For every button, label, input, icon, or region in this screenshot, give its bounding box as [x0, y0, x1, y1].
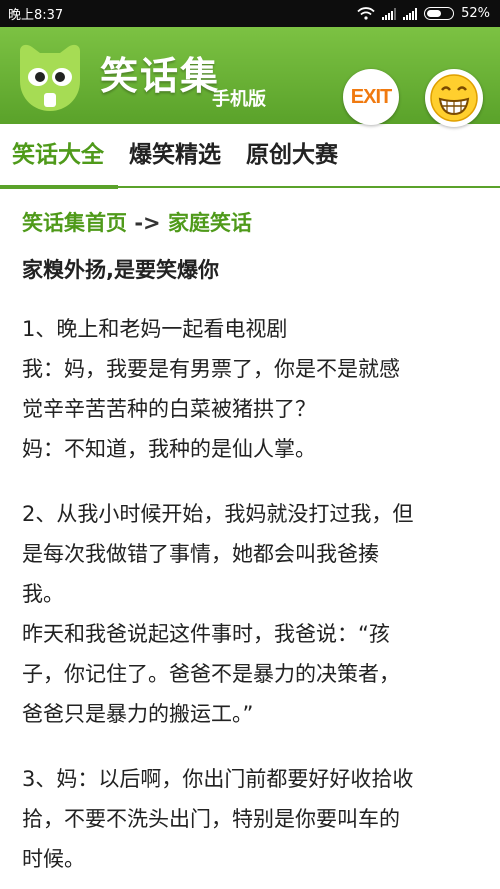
smiley-button[interactable]: [425, 69, 483, 127]
article-title: 家糗外扬,是要笑爆你: [22, 258, 219, 282]
breadcrumb-category[interactable]: 家庭笑话: [168, 211, 252, 235]
smiley-icon: [430, 74, 478, 122]
joke-line: 2、从我小时候开始，我妈就没打过我，但: [22, 502, 414, 526]
tab-jokes-all[interactable]: 笑话大全: [0, 123, 118, 189]
joke-line: 我。: [22, 582, 64, 606]
main-content: 笑话集首页 -> 家庭笑话 家糗外扬,是要笑爆你 1、晚上和老妈一起看电视剧 我…: [0, 207, 500, 879]
joke-line: 觉辛辛苦苦种的白菜被猪拱了？: [22, 397, 316, 421]
joke-line: 昨天和我爸说起这件事时，我爸说：“孩: [22, 622, 390, 646]
app-title: 笑话集: [100, 54, 221, 98]
breadcrumb-separator: ->: [134, 211, 161, 235]
joke-line: 时候。: [22, 847, 85, 871]
joke-line: 爸爸只是暴力的搬运工。”: [22, 702, 254, 726]
joke-item: 1、晚上和老妈一起看电视剧 我：妈，我要是有男票了，你是不是就感 觉辛辛苦苦种的…: [22, 309, 478, 469]
joke-line: 1、晚上和老妈一起看电视剧: [22, 317, 288, 341]
status-bar: 晚上8:37 52%: [0, 0, 500, 27]
joke-item: 3、妈：以后啊，你出门前都要好好收拾收 拾，不要不洗头出门，特别是你要叫车的 时…: [22, 759, 478, 879]
battery-percent: 52%: [461, 6, 490, 21]
signal-icon-2: [403, 7, 418, 20]
joke-line: 是每次我做错了事情，她都会叫我爸揍: [22, 542, 379, 566]
exit-label: EXIT: [350, 85, 392, 108]
signal-icon: [382, 7, 397, 20]
joke-line: 子，你记住了。爸爸不是暴力的决策者，: [22, 662, 400, 686]
logo-icon: [20, 44, 80, 112]
app-header: 笑话集 手机版 EXIT: [0, 27, 500, 127]
status-icons: 52%: [357, 6, 490, 21]
status-time: 晚上8:37: [8, 8, 64, 23]
breadcrumb: 笑话集首页 -> 家庭笑话: [22, 207, 478, 237]
wifi-icon: [357, 7, 375, 20]
tab-bar: 笑话大全 爆笑精选 原创大赛: [0, 123, 500, 189]
joke-line: 3、妈：以后啊，你出门前都要好好收拾收: [22, 767, 414, 791]
joke-line: 我：妈，我要是有男票了，你是不是就感: [22, 357, 400, 381]
joke-line: 拾，不要不洗头出门，特别是你要叫车的: [22, 807, 400, 831]
joke-item: 2、从我小时候开始，我妈就没打过我，但 是每次我做错了事情，她都会叫我爸揍 我。…: [22, 494, 478, 734]
tab-original-contest[interactable]: 原创大赛: [246, 123, 338, 187]
tab-featured[interactable]: 爆笑精选: [129, 123, 221, 187]
breadcrumb-home[interactable]: 笑话集首页: [22, 211, 127, 235]
joke-line: 妈：不知道，我种的是仙人掌。: [22, 437, 316, 461]
battery-icon: [424, 7, 455, 20]
app-subtitle: 手机版: [212, 89, 266, 110]
exit-button[interactable]: EXIT: [343, 69, 399, 125]
